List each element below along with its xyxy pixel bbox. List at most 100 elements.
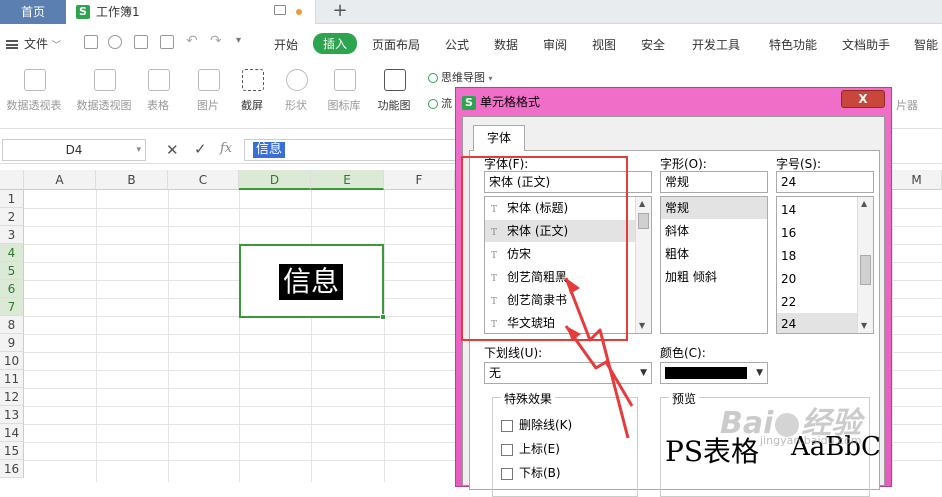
- row-header-12[interactable]: 12: [0, 388, 24, 406]
- close-button[interactable]: X: [841, 90, 885, 108]
- print-preview-icon[interactable]: [160, 35, 174, 49]
- row-header-11[interactable]: 11: [0, 370, 24, 388]
- scroll-thumb[interactable]: [860, 255, 871, 285]
- column-header-a[interactable]: A: [24, 170, 96, 190]
- style-input[interactable]: 常规: [660, 171, 768, 193]
- row-header-6[interactable]: 6: [0, 280, 24, 298]
- spreadsheet-icon: S: [462, 95, 476, 110]
- undo-icon[interactable]: ↶: [186, 33, 198, 49]
- home-tab[interactable]: 首页: [0, 0, 66, 24]
- monitor-icon[interactable]: [274, 5, 286, 15]
- menu-security[interactable]: 安全: [641, 36, 665, 53]
- size-list-scrollbar[interactable]: ▲ ▼: [857, 197, 873, 333]
- column-header-e[interactable]: E: [311, 170, 384, 190]
- function-chart-button[interactable]: 功能图: [362, 63, 426, 129]
- color-dropdown[interactable]: ▼: [660, 362, 768, 384]
- row-header-9[interactable]: 9: [0, 334, 24, 352]
- row-header-13[interactable]: 13: [0, 406, 24, 424]
- superscript-checkbox[interactable]: 上标(E): [501, 440, 560, 457]
- row-header-10[interactable]: 10: [0, 352, 24, 370]
- style-list[interactable]: 常规 斜体 粗体 加粗 倾斜: [660, 196, 768, 334]
- grid-line: [168, 190, 169, 482]
- flowchart-label: 流: [441, 97, 452, 110]
- row-header-2[interactable]: 2: [0, 208, 24, 226]
- strikethrough-label: 删除线(K): [519, 418, 573, 432]
- list-item[interactable]: 16: [777, 222, 857, 244]
- shape-icon: [286, 69, 308, 91]
- column-header-d[interactable]: D: [239, 170, 311, 190]
- chevron-down-icon: ▼: [640, 368, 647, 378]
- row-header-7[interactable]: 7: [0, 298, 24, 316]
- row-header-14[interactable]: 14: [0, 424, 24, 442]
- flowchart-button[interactable]: 流: [428, 95, 452, 111]
- select-all-corner[interactable]: [0, 170, 24, 190]
- title-bar: 首页 S 工作簿1 +: [0, 0, 942, 24]
- row-header-3[interactable]: 3: [0, 226, 24, 244]
- scroll-up-icon[interactable]: ▲: [861, 199, 867, 208]
- list-item[interactable]: 20: [777, 268, 857, 290]
- more-icon[interactable]: ▾: [236, 35, 241, 46]
- file-menu[interactable]: 文件 ﹀: [6, 35, 61, 52]
- pivot-table-button[interactable]: 数据透视表: [2, 63, 66, 129]
- subscript-checkbox[interactable]: 下标(B): [501, 464, 561, 481]
- formula-input[interactable]: 信息: [244, 139, 464, 161]
- row-header-8[interactable]: 8: [0, 316, 24, 334]
- list-item[interactable]: 24: [777, 313, 857, 333]
- workbook-tab[interactable]: S 工作簿1: [66, 0, 316, 24]
- confirm-icon[interactable]: ✓: [194, 140, 207, 158]
- name-box[interactable]: D4 ▾: [2, 139, 146, 161]
- list-item[interactable]: 常规: [661, 197, 767, 219]
- menu-data[interactable]: 数据: [494, 36, 518, 53]
- row-header-1[interactable]: 1: [0, 190, 24, 208]
- column-header-b[interactable]: B: [96, 170, 168, 190]
- list-item[interactable]: 18: [777, 245, 857, 267]
- print-icon[interactable]: [134, 35, 148, 49]
- scroll-up-icon[interactable]: ▲: [639, 199, 645, 208]
- size-list[interactable]: 14 16 18 20 22 24 ▲ ▼: [776, 196, 874, 334]
- column-header-f[interactable]: F: [384, 170, 455, 190]
- row-header-4[interactable]: 4: [0, 244, 24, 262]
- menu-review[interactable]: 审阅: [543, 36, 567, 53]
- list-item[interactable]: 22: [777, 291, 857, 313]
- font-list-scrollbar[interactable]: ▲ ▼: [635, 197, 651, 333]
- menu-special-features[interactable]: 特色功能: [769, 36, 817, 53]
- menu-doc-assistant[interactable]: 文档助手: [842, 36, 890, 53]
- menu-start[interactable]: 开始: [274, 36, 298, 53]
- superscript-label: 上标(E): [519, 442, 560, 456]
- column-header-c[interactable]: C: [168, 170, 239, 190]
- fill-handle[interactable]: [380, 314, 386, 320]
- column-header-m[interactable]: M: [892, 170, 942, 190]
- menu-developer[interactable]: 开发工具: [692, 36, 740, 53]
- format-painter-icon[interactable]: [108, 35, 122, 49]
- list-item[interactable]: 加粗 倾斜: [661, 266, 767, 288]
- row-header-15[interactable]: 15: [0, 442, 24, 460]
- menu-view[interactable]: 视图: [592, 36, 616, 53]
- cancel-icon[interactable]: ✕: [166, 141, 179, 159]
- unsaved-dot-icon: [296, 9, 302, 15]
- tab-font[interactable]: 字体: [473, 125, 525, 151]
- new-tab-button[interactable]: +: [330, 0, 350, 24]
- list-item[interactable]: 斜体: [661, 220, 767, 242]
- menu-page-layout[interactable]: 页面布局: [372, 36, 420, 53]
- scroll-down-icon[interactable]: ▼: [861, 321, 867, 330]
- menu-formula[interactable]: 公式: [445, 36, 469, 53]
- row-header-5[interactable]: 5: [0, 262, 24, 280]
- hamburger-icon: [6, 40, 18, 49]
- menu-bar: 文件 ﹀ ↶ ↷ ▾ 开始 插入 页面布局 公式 数据 审阅 视图 安全 开发工…: [0, 25, 942, 63]
- size-input[interactable]: 24: [776, 171, 874, 193]
- list-item[interactable]: 粗体: [661, 243, 767, 265]
- scroll-thumb[interactable]: [638, 213, 649, 229]
- underline-dropdown[interactable]: 无 ▼: [484, 362, 652, 384]
- row-header-16[interactable]: 16: [0, 460, 24, 478]
- menu-insert[interactable]: 插入: [313, 33, 358, 54]
- selected-merged-cell-d4[interactable]: 信息: [239, 244, 386, 320]
- strikethrough-checkbox[interactable]: 删除线(K): [501, 416, 572, 433]
- menu-smart[interactable]: 智能: [914, 36, 938, 53]
- mindmap-button[interactable]: 思维导图 ▾: [428, 69, 493, 85]
- save-icon[interactable]: [84, 35, 98, 49]
- list-item[interactable]: 14: [777, 199, 857, 221]
- cell-text: 信息: [279, 264, 344, 300]
- scroll-down-icon[interactable]: ▼: [639, 321, 645, 330]
- function-icon[interactable]: fx: [220, 141, 232, 156]
- redo-icon[interactable]: ↷: [210, 33, 222, 49]
